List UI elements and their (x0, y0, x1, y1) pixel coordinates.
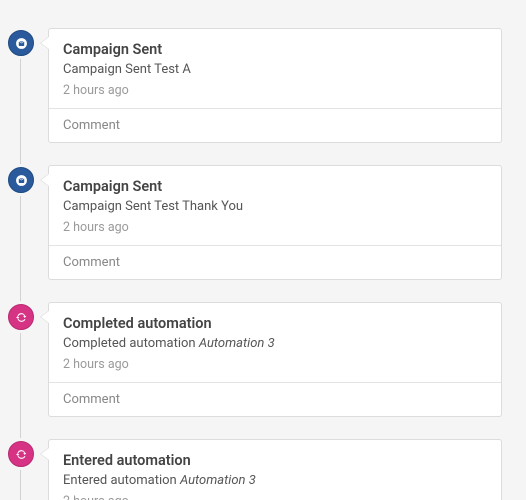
timeline-axis (20, 40, 21, 500)
comment-button[interactable]: Comment (49, 108, 501, 142)
activity-title: Campaign Sent (63, 41, 487, 58)
activity-title: Campaign Sent (63, 178, 487, 195)
activity-description: Campaign Sent Test A (63, 62, 487, 77)
timeline-entry: Campaign Sent Campaign Sent Test Thank Y… (48, 165, 502, 280)
activity-scroll-area[interactable]: Campaign Sent Campaign Sent Test A 2 hou… (0, 0, 526, 500)
card-body: Entered automation Entered automation Au… (49, 440, 501, 500)
timeline-entry: Entered automation Entered automation Au… (48, 439, 502, 500)
activity-timestamp: 2 hours ago (63, 83, 487, 98)
timeline-entry: Completed automation Completed automatio… (48, 302, 502, 417)
card-body: Campaign Sent Campaign Sent Test Thank Y… (49, 166, 501, 245)
activity-description: Entered automation Automation 3 (63, 473, 487, 488)
activity-card: Campaign Sent Campaign Sent Test A 2 hou… (48, 28, 502, 143)
mail-icon (8, 30, 34, 56)
card-body: Campaign Sent Campaign Sent Test A 2 hou… (49, 29, 501, 108)
activity-timestamp: 2 hours ago (63, 220, 487, 235)
timeline-entry: Campaign Sent Campaign Sent Test A 2 hou… (48, 28, 502, 143)
refresh-icon (8, 441, 34, 467)
activity-description: Completed automation Automation 3 (63, 336, 487, 351)
activity-card: Completed automation Completed automatio… (48, 302, 502, 417)
card-body: Completed automation Completed automatio… (49, 303, 501, 382)
mail-icon (8, 167, 34, 193)
activity-title: Entered automation (63, 452, 487, 469)
activity-title: Completed automation (63, 315, 487, 332)
comment-button[interactable]: Comment (49, 382, 501, 416)
activity-card: Campaign Sent Campaign Sent Test Thank Y… (48, 165, 502, 280)
activity-timeline: Campaign Sent Campaign Sent Test A 2 hou… (8, 28, 502, 500)
activity-timestamp: 2 hours ago (63, 494, 487, 500)
activity-timestamp: 2 hours ago (63, 357, 487, 372)
activity-description: Campaign Sent Test Thank You (63, 199, 487, 214)
refresh-icon (8, 304, 34, 330)
comment-button[interactable]: Comment (49, 245, 501, 279)
activity-card: Entered automation Entered automation Au… (48, 439, 502, 500)
